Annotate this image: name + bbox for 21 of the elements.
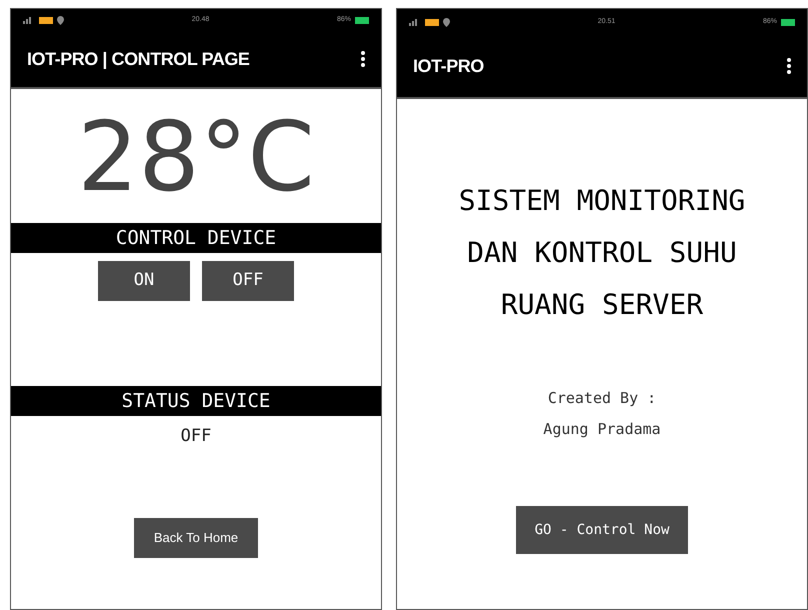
device-button[interactable]: OFF: [202, 261, 294, 301]
go-control-button[interactable]: GO - Control Now: [516, 506, 688, 554]
credit-name: Agung Pradama: [543, 418, 661, 440]
status-value: OFF: [180, 425, 212, 448]
headline-line: SISTEM MONITORING: [458, 183, 746, 219]
credit-label: Created By :: [548, 388, 656, 409]
headline-line: RUANG SERVER: [500, 287, 704, 323]
app-title: IOT-PRO | CONTROL PAGE: [27, 48, 250, 71]
location-icon: [443, 18, 450, 26]
temperature-reading: 28°C: [77, 109, 315, 205]
more-menu-icon[interactable]: [787, 58, 791, 74]
more-menu-icon[interactable]: [361, 51, 365, 67]
headline-line: DAN KONTROL SUHU: [467, 235, 737, 271]
battery-icon: [354, 16, 369, 24]
back-to-home-button[interactable]: Back To Home: [134, 518, 258, 558]
location-icon: [57, 16, 64, 24]
section-heading: CONTROL DEVICE: [11, 223, 381, 253]
section-heading: STATUS DEVICE: [11, 386, 381, 416]
device-button[interactable]: ON: [98, 261, 190, 301]
app-title: IOT-PRO: [413, 54, 484, 78]
battery-icon: [780, 18, 795, 26]
